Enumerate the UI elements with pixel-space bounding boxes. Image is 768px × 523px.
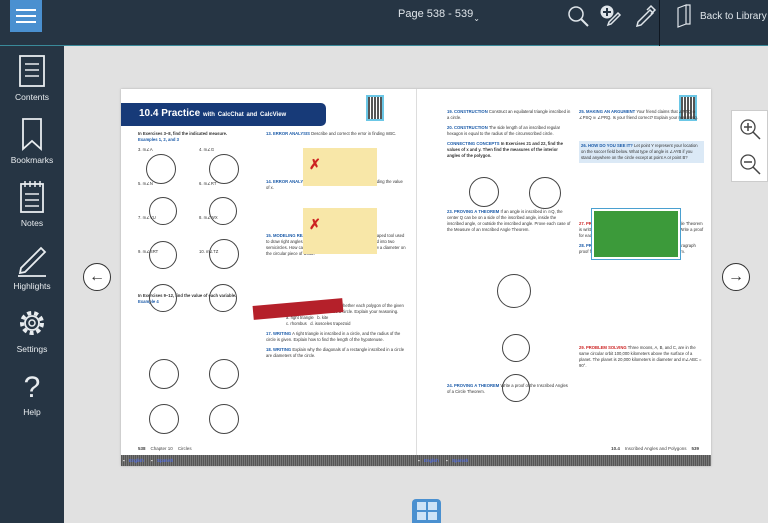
circle-diagram <box>149 404 179 434</box>
circle-diagram <box>497 274 531 308</box>
sidebar-item-notes[interactable]: Notes <box>0 172 64 235</box>
top-bar: Page 538 - 539⌄ Back to Library <box>0 0 768 46</box>
gear-icon <box>20 311 44 335</box>
book-icon <box>677 4 691 28</box>
error-analysis-box: ✗ <box>303 148 377 186</box>
sidebar-item-help[interactable]: ? Help <box>0 361 64 424</box>
speaker-icon: ▪ <box>418 458 420 463</box>
zoom-controls <box>731 110 768 182</box>
zoom-out-icon <box>739 153 761 175</box>
page-footer: 10.4 Inscribed Angles and Polygons 539 <box>611 446 699 451</box>
back-to-library-button[interactable]: Back to Library <box>676 4 767 28</box>
audio-spanish-link[interactable]: Spanish <box>157 458 173 463</box>
contents-icon <box>19 55 45 87</box>
zoom-in-button[interactable] <box>732 111 767 146</box>
speaker-icon: ▪ <box>151 458 153 463</box>
thumbnail-grid-button[interactable] <box>412 499 441 523</box>
error-analysis-box: ✗ <box>303 208 377 254</box>
qr-code[interactable] <box>366 95 384 121</box>
page-539: 19. CONSTRUCTION Construct an equilatera… <box>416 89 711 455</box>
page-footer: 538 Chapter 10 Circles <box>138 446 192 451</box>
arrow-right-icon: → <box>728 268 744 285</box>
circle-diagram <box>209 154 239 184</box>
circle-diagram <box>502 334 530 362</box>
bookmark-icon <box>22 118 42 151</box>
circle-diagram <box>149 359 179 389</box>
add-note-icon[interactable] <box>599 4 623 28</box>
circle-diagram <box>529 177 561 209</box>
speaker-icon: ▪ <box>446 458 448 463</box>
search-icon[interactable] <box>566 4 590 28</box>
book-spread: 10.4 Practice with CalcChat and CalcView… <box>121 89 711 466</box>
circle-diagram <box>209 239 239 269</box>
divider <box>659 0 660 46</box>
x-mark-icon: ✗ <box>309 156 321 172</box>
page-selector[interactable]: Page 538 - 539⌄ <box>398 8 480 23</box>
circle-diagram <box>209 197 237 225</box>
audio-english-link[interactable]: English <box>129 458 144 463</box>
next-page-button[interactable]: → <box>722 263 750 291</box>
previous-page-button[interactable]: ← <box>83 263 111 291</box>
highlighter-icon <box>18 246 47 277</box>
sidebar-item-highlights[interactable]: Highlights <box>0 235 64 298</box>
circle-diagram <box>209 284 237 312</box>
section-banner: 10.4 Practice with CalcChat and CalcView <box>121 103 326 126</box>
audio-spanish-link[interactable]: Spanish <box>452 458 468 463</box>
audio-english-link[interactable]: English <box>424 458 439 463</box>
audio-bar: ▪ English ▪ Spanish ▪ English ▪ Spanish <box>121 455 711 466</box>
circle-diagram <box>146 154 176 184</box>
sidebar-item-settings[interactable]: Settings <box>0 298 64 361</box>
circle-diagram <box>149 197 177 225</box>
menu-button[interactable] <box>10 0 42 32</box>
soccer-field-image <box>591 208 681 260</box>
svg-text:?: ? <box>24 371 41 403</box>
arrow-left-icon: ← <box>89 268 105 285</box>
x-mark-icon: ✗ <box>309 216 321 232</box>
speaker-icon: ▪ <box>123 458 125 463</box>
circle-diagram <box>209 359 239 389</box>
circle-diagram <box>149 241 177 269</box>
circle-diagram <box>502 374 530 402</box>
notes-icon <box>20 181 44 213</box>
chevron-down-icon: ⌄ <box>473 14 480 23</box>
circle-diagram <box>209 404 239 434</box>
sidebar-item-contents[interactable]: Contents <box>0 46 64 109</box>
sidebar: Contents Bookmarks Notes Highlights Sett… <box>0 46 64 523</box>
zoom-in-icon <box>739 118 761 140</box>
sidebar-item-bookmarks[interactable]: Bookmarks <box>0 109 64 172</box>
page-538: 10.4 Practice with CalcChat and CalcView… <box>121 89 416 455</box>
circle-diagram <box>149 284 177 312</box>
help-icon: ? <box>24 371 41 403</box>
zoom-out-button[interactable] <box>732 146 767 181</box>
circle-diagram <box>469 177 499 207</box>
highlighter-icon[interactable] <box>633 4 657 28</box>
